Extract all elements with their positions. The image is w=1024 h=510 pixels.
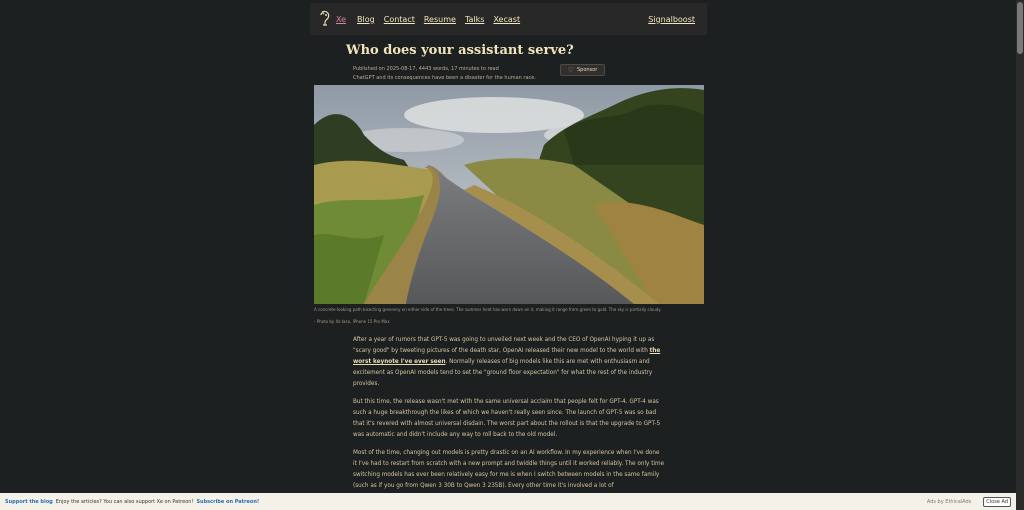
article-body: After a year of rumors that GPT-5 was go… [353, 335, 665, 499]
post-meta: Published on 2025-08-17, 4443 words, 17 … [353, 66, 499, 72]
nav-contact-link[interactable]: Contact [384, 15, 415, 24]
page-scrollbar[interactable] [1016, 0, 1024, 510]
hero-image [314, 85, 704, 304]
image-credit: - Photo by Xe Iaso, iPhone 15 Pro Max [314, 319, 390, 324]
paragraph-3: Most of the time, changing out models is… [353, 450, 665, 489]
top-navbar: Xe Blog Contact Resume Talks Xecast Sign… [310, 3, 707, 35]
ad-text: Enjoy the articles? You can also support… [55, 498, 194, 505]
nav-signalboost-link[interactable]: Signalboost [648, 15, 695, 24]
paragraph-2: But this time, the release wasn't met wi… [353, 399, 661, 438]
nav-talks-link[interactable]: Talks [465, 15, 485, 24]
subscribe-patreon-link[interactable]: Subscribe on Patreon! [196, 499, 259, 505]
ad-bar: Support the blog Enjoy the articles? You… [0, 493, 1016, 510]
sponsor-button[interactable]: ♡ Sponsor [560, 64, 605, 76]
path-photo [314, 85, 704, 304]
nav-blog-link[interactable]: Blog [357, 15, 375, 24]
ads-by-label[interactable]: Ads by EthicalAds [927, 499, 971, 505]
nav-resume-link[interactable]: Resume [424, 15, 456, 24]
nav-home-link[interactable]: Xe [336, 15, 346, 24]
support-blog-link[interactable]: Support the blog [5, 499, 53, 505]
heart-icon: ♡ [567, 65, 574, 74]
image-caption: A concrete-looking path bisecting greene… [314, 307, 662, 312]
post-description: ChatGPT and its consequences have been a… [353, 75, 536, 81]
paragraph-1-start: After a year of rumors that GPT-5 was go… [353, 337, 655, 354]
post-title: Who does your assistant serve? [346, 43, 574, 58]
close-ad-button[interactable]: Close Ad [983, 496, 1011, 507]
scrollbar-thumb[interactable] [1017, 2, 1023, 54]
xe-logo-icon[interactable] [318, 10, 332, 28]
paragraph-1: After a year of rumors that GPT-5 was go… [353, 335, 665, 390]
sponsor-label: Sponsor [576, 67, 598, 73]
nav-xecast-link[interactable]: Xecast [493, 15, 520, 24]
